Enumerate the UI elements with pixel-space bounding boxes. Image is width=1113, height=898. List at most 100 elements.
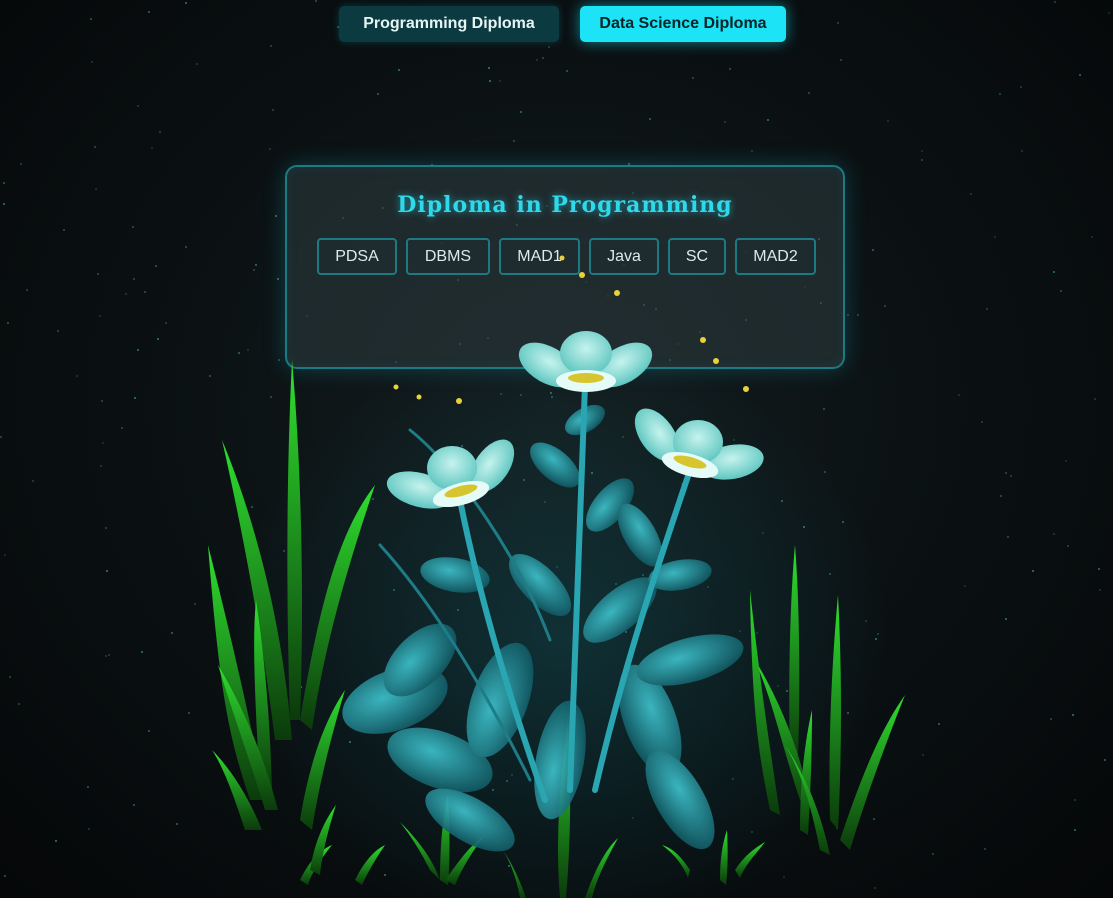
- star-dot: [272, 109, 274, 111]
- star-dot: [4, 554, 6, 556]
- star-dot: [550, 392, 552, 394]
- course-button-mad1[interactable]: MAD1: [499, 238, 580, 275]
- star-dot: [506, 780, 508, 782]
- star-dot: [275, 215, 277, 217]
- star-dot: [566, 70, 568, 72]
- star-dot: [1021, 150, 1023, 152]
- star-dot: [377, 93, 379, 95]
- course-button-pdsa[interactable]: PDSA: [317, 238, 397, 275]
- star-dot: [921, 159, 923, 161]
- course-button-dbms[interactable]: DBMS: [406, 238, 490, 275]
- star-dot: [875, 638, 877, 640]
- star-dot: [57, 330, 59, 332]
- star-dot: [1098, 568, 1100, 570]
- star-dot: [553, 811, 555, 813]
- star-dot: [1065, 460, 1067, 462]
- star-dot: [1060, 290, 1062, 292]
- star-dot: [1053, 271, 1055, 273]
- star-dot: [384, 874, 386, 876]
- data-science-diploma-button[interactable]: Data Science Diploma: [580, 6, 786, 42]
- star-dot: [1094, 398, 1096, 400]
- star-dot: [300, 686, 302, 688]
- star-dot: [834, 811, 836, 813]
- star-dot: [932, 853, 934, 855]
- star-dot: [1074, 799, 1076, 801]
- star-dot: [551, 375, 553, 377]
- star-dot: [0, 436, 2, 438]
- star-dot: [171, 632, 173, 634]
- star-dot: [751, 831, 753, 833]
- star-dot: [108, 654, 110, 656]
- star-dot: [1067, 545, 1069, 547]
- star-dot: [591, 472, 593, 474]
- star-dot: [1053, 533, 1055, 535]
- star-dot: [756, 632, 758, 634]
- star-dot: [134, 397, 136, 399]
- star-dot: [938, 723, 940, 725]
- star-dot: [20, 163, 22, 165]
- star-dot: [877, 633, 879, 635]
- course-button-java[interactable]: Java: [589, 238, 659, 275]
- star-dot: [681, 483, 683, 485]
- star-dot: [786, 690, 788, 692]
- star-dot: [1054, 1, 1056, 3]
- star-dot: [729, 68, 731, 70]
- course-button-sc[interactable]: SC: [668, 238, 726, 275]
- course-list: PDSA DBMS MAD1 Java SC MAD2: [317, 238, 837, 276]
- star-dot: [981, 421, 983, 423]
- star-dot: [87, 786, 89, 788]
- star-dot: [185, 2, 187, 4]
- star-dot: [795, 572, 797, 574]
- diploma-tabs: Programming Diploma Data Science Diploma: [0, 6, 1113, 44]
- star-dot: [105, 655, 107, 657]
- star-dot: [520, 111, 522, 113]
- star-dot: [984, 848, 986, 850]
- star-dot: [829, 573, 831, 575]
- star-dot: [733, 439, 735, 441]
- star-dot: [767, 119, 769, 121]
- star-dot: [857, 314, 859, 316]
- star-dot: [277, 278, 279, 280]
- star-dot: [1104, 759, 1106, 761]
- star-dot: [324, 630, 326, 632]
- star-dot: [1007, 536, 1009, 538]
- star-dot: [251, 506, 253, 508]
- star-dot: [1005, 618, 1007, 620]
- star-dot: [958, 394, 960, 396]
- star-dot: [9, 676, 11, 678]
- star-dot: [823, 408, 825, 410]
- star-dot: [762, 532, 764, 534]
- star-dot: [100, 465, 102, 467]
- programming-diploma-button[interactable]: Programming Diploma: [339, 6, 559, 42]
- star-dot: [7, 322, 9, 324]
- star-dot: [994, 236, 996, 238]
- star-dot: [565, 370, 567, 372]
- star-dot: [921, 150, 923, 152]
- star-dot: [270, 45, 272, 47]
- star-dot: [3, 182, 5, 184]
- star-dot: [157, 338, 159, 340]
- star-dot: [91, 61, 93, 63]
- course-button-mad2[interactable]: MAD2: [735, 238, 816, 275]
- star-dot: [1091, 236, 1093, 238]
- star-dot: [542, 57, 544, 59]
- star-dot: [283, 550, 285, 552]
- star-dot: [101, 400, 103, 402]
- star-dot: [833, 700, 835, 702]
- star-dot: [884, 305, 886, 307]
- star-dot: [751, 150, 753, 152]
- star-dot: [551, 396, 553, 398]
- star-dot: [255, 264, 257, 266]
- star-dot: [125, 293, 127, 295]
- star-dot: [777, 685, 779, 687]
- star-dot: [874, 887, 876, 889]
- star-dot: [95, 188, 97, 190]
- star-dot: [63, 229, 65, 231]
- star-dot: [132, 226, 134, 228]
- star-dot: [548, 46, 550, 48]
- star-dot: [510, 462, 512, 464]
- star-dot: [440, 782, 442, 784]
- star-dot: [349, 741, 351, 743]
- star-dot: [783, 876, 785, 878]
- star-dot: [560, 714, 562, 716]
